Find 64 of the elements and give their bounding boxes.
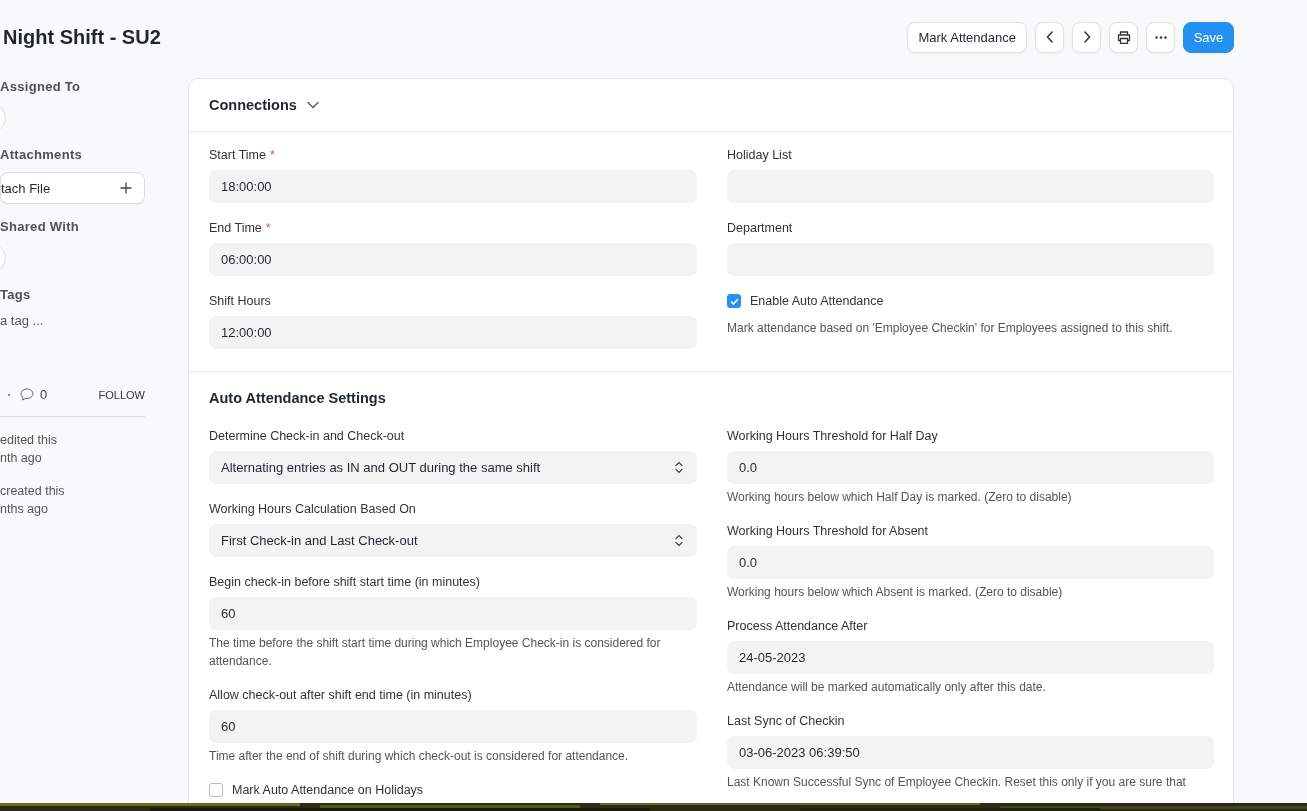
field-description: The time before the shift start time during which Employee Check-in is considered for attendance. [209,635,662,670]
field-label: End Time [209,221,262,235]
field-label: Begin check-in before shift start time (in minutes) [209,575,480,589]
next-button[interactable] [1072,21,1101,53]
input-field[interactable]: 03-06-2023 06:39:50 [727,736,1214,769]
input-field[interactable]: 06:00:00 [209,243,697,276]
section-heading: Assigned To [0,78,82,96]
select-arrows-icon [675,461,683,474]
field-label: Start Time [209,148,266,162]
field-description: Working hours below which Half Day is marked. (Zero to disable) [727,489,1073,506]
chevron-left-icon [1045,31,1054,43]
chevron-down-icon [306,101,319,109]
print-button[interactable] [1109,21,1138,53]
comment-count: 0 [40,387,48,402]
field-description: Last Known Successful Sync of Employee Checkin. Reset this only if you are sure that [727,774,1187,791]
comment-icon [20,388,34,401]
input-field[interactable]: 0.0 [727,451,1214,484]
field-description: Time after the end of shift during which check-out is considered for attendance. [209,748,630,765]
mark-attendance-button[interactable]: Mark Attendance [907,21,1027,53]
field-label: Holiday List [727,148,792,162]
more-icon [1154,35,1167,39]
input-field[interactable]: 0.0 [727,546,1214,579]
field-label: Working Hours Threshold for Absent [727,524,929,538]
field-label: Working Hours Calculation Based On [209,502,416,516]
select-field[interactable]: Alternating entries as IN and OUT during the same shift [209,451,697,484]
field-label: Determine Check-in and Check-out [209,429,405,443]
connections-header[interactable]: Connections [189,79,1233,132]
checkbox[interactable] [209,783,223,797]
section-heading: Auto Attendance Settings [209,389,387,408]
printer-icon [1116,30,1131,44]
input-field[interactable]: 12:00:00 [209,316,697,349]
field-label: Last Sync of Checkin [727,714,845,728]
section-heading: Shared With [0,218,81,236]
section-heading: Tags [0,286,32,304]
required-mark: * [269,148,275,162]
field-label: Allow check-out after shift end time (in minutes) [209,688,472,702]
input-field[interactable]: 24-05-2023 [727,641,1214,674]
attach-file-button[interactable]: tach File [0,172,145,204]
field-label: Department [727,221,793,235]
field-description: Mark attendance based on 'Employee Checkin' for Employees assigned to this shift. [727,320,1174,337]
page-title: Night Shift - SU2 [3,25,161,49]
add-tag-link[interactable]: a tag ... [0,313,145,373]
plus-icon [120,182,132,194]
field-label: Shift Hours [209,294,271,308]
field-description: Working hours below which Absent is marked. (Zero to disable) [727,584,1064,601]
field-description: Attendance will be marked automatically only after this date. [727,679,1047,696]
checkbox-label: Enable Auto Attendance [750,294,884,308]
input-field[interactable]: 18:00:00 [209,170,697,203]
activity-text: created this nths ago [0,483,66,518]
input-field[interactable]: 60 [209,597,697,630]
select-field[interactable]: First Check-in and Last Check-out [209,524,697,557]
previous-button[interactable] [1035,21,1064,53]
select-arrows-icon [675,534,683,547]
input-field[interactable]: 60 [209,710,697,743]
checkbox-label: Mark Auto Attendance on Holidays [232,783,424,797]
section-heading: Attachments [0,146,84,164]
checkbox[interactable] [727,294,741,308]
more-button[interactable] [1146,21,1175,53]
activity-text: edited this nth ago [0,432,58,467]
chevron-right-icon [1082,31,1091,43]
field-label: Process Attendance After [727,619,868,633]
follow-link[interactable]: FOLLOW [98,388,145,401]
required-mark: * [265,221,271,235]
field-label: Working Hours Threshold for Half Day [727,429,938,443]
